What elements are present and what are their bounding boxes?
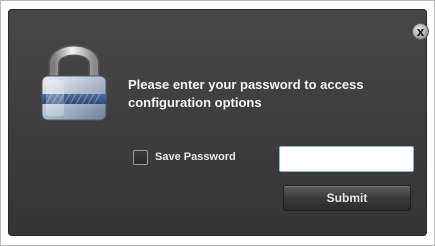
password-prompt-message: Please enter your password to access con…: [128, 77, 364, 110]
submit-button[interactable]: Submit: [283, 185, 411, 211]
password-input[interactable]: [279, 146, 414, 172]
padlock-icon: [41, 45, 107, 121]
save-password-checkbox[interactable]: [133, 150, 148, 165]
save-password-label: Save Password: [155, 151, 236, 163]
close-icon[interactable]: x: [412, 23, 429, 40]
